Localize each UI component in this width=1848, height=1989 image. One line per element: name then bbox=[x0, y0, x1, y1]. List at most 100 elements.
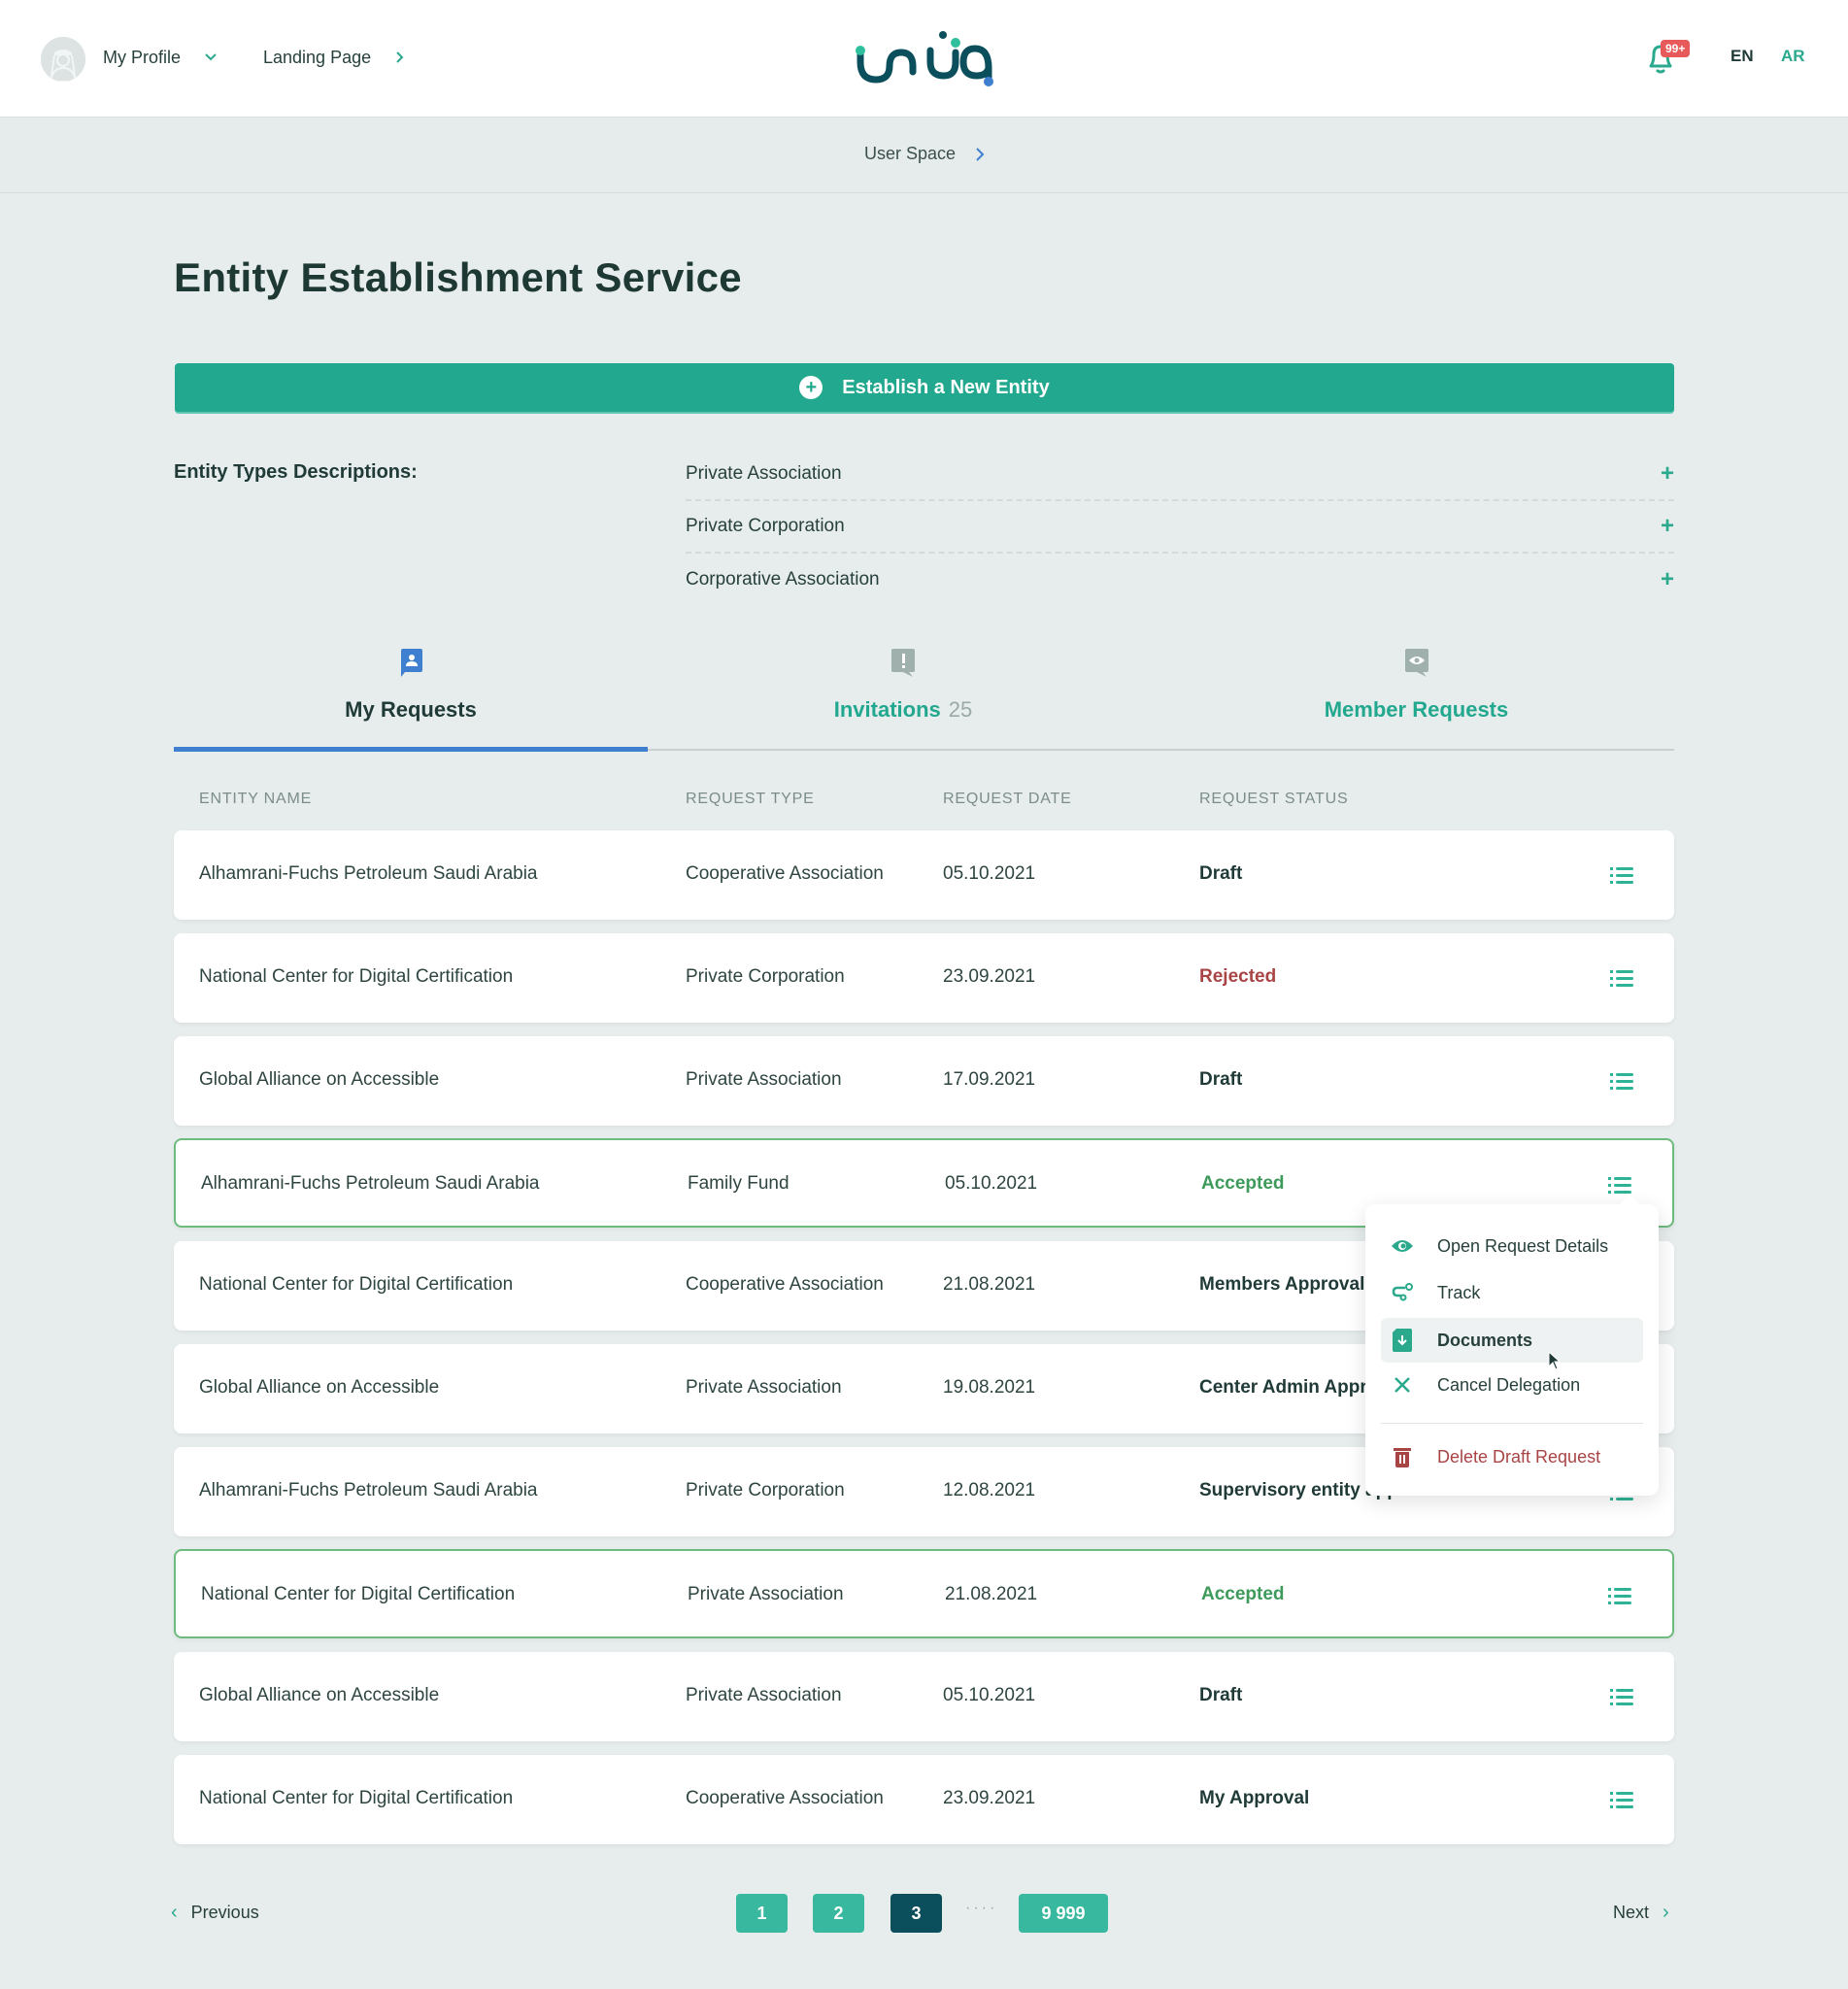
menu-item-cancel-delegation[interactable]: Cancel Delegation bbox=[1381, 1363, 1643, 1407]
request-date-cell: 23.09.2021 bbox=[943, 966, 1036, 987]
table-row[interactable]: National Center for Digital Certificatio… bbox=[174, 933, 1674, 1023]
plus-icon[interactable]: + bbox=[1661, 513, 1674, 540]
menu-item-label: Delete Draft Request bbox=[1437, 1446, 1601, 1466]
entity-name-cell: National Center for Digital Certificatio… bbox=[199, 1274, 514, 1295]
user-chat-icon bbox=[401, 649, 422, 677]
plus-icon[interactable]: + bbox=[1661, 460, 1674, 488]
page-button-3[interactable]: 3 bbox=[890, 1894, 942, 1933]
next-label: Next bbox=[1613, 1903, 1650, 1922]
request-date-cell: 21.08.2021 bbox=[943, 1274, 1036, 1295]
notification-badge: 99+ bbox=[1661, 40, 1691, 57]
request-tabs: My Requests Invitations 25 Member Request… bbox=[174, 641, 1674, 752]
entity-name-cell: Global Alliance on Accessible bbox=[199, 1377, 440, 1398]
my-profile-menu[interactable]: My Profile bbox=[103, 48, 181, 68]
menu-item-delete-draft-request[interactable]: Delete Draft Request bbox=[1381, 1434, 1643, 1479]
entity-name-cell: Alhamrani-Fuchs Petroleum Saudi Arabia bbox=[201, 1173, 540, 1194]
accordion-item-private-corporation[interactable]: Private Corporation + bbox=[686, 501, 1674, 554]
plus-icon[interactable]: + bbox=[1661, 566, 1674, 593]
table-row[interactable]: Global Alliance on Accessible Private Ass… bbox=[174, 1652, 1674, 1741]
tab-member-requests[interactable]: Member Requests bbox=[1159, 641, 1674, 751]
tab-invitations[interactable]: Invitations 25 bbox=[648, 641, 1159, 751]
establish-new-entity-button[interactable]: + Establish a New Entity bbox=[175, 363, 1674, 414]
request-status-cell: Accepted bbox=[1201, 1173, 1285, 1194]
avatar[interactable] bbox=[41, 37, 85, 82]
request-type-cell: Private Association bbox=[688, 1584, 844, 1604]
tab-label: Invitations 25 bbox=[834, 697, 973, 723]
alert-chat-icon bbox=[891, 649, 915, 677]
menu-item-track[interactable]: Track bbox=[1381, 1270, 1643, 1315]
entity-types-accordion: Private Association + Private Corporatio… bbox=[686, 449, 1674, 606]
language-en-button[interactable]: EN bbox=[1730, 47, 1754, 66]
page-button-2[interactable]: 2 bbox=[813, 1894, 864, 1933]
accordion-item-corporative-association[interactable]: Corporative Association + bbox=[686, 554, 1674, 606]
row-actions-menu: Open Request Details Track Documents Can… bbox=[1365, 1195, 1659, 1496]
accordion-item-label: Private Association bbox=[686, 463, 842, 484]
entity-name-cell: National Center for Digital Certificatio… bbox=[199, 1788, 514, 1808]
menu-item-documents[interactable]: Documents bbox=[1381, 1318, 1643, 1363]
accordion-item-private-association[interactable]: Private Association + bbox=[686, 449, 1674, 501]
entity-name-cell: Global Alliance on Accessible bbox=[199, 1069, 440, 1090]
request-status-cell: Rejected bbox=[1199, 966, 1277, 987]
request-status-cell: Draft bbox=[1199, 1069, 1243, 1090]
eye-icon bbox=[1391, 1234, 1414, 1258]
unuq-logo[interactable] bbox=[855, 29, 995, 87]
page-button-last[interactable]: 9 999 bbox=[1019, 1894, 1108, 1933]
page-button-1[interactable]: 1 bbox=[736, 1894, 788, 1933]
eye-chat-icon bbox=[1404, 649, 1428, 677]
column-header-request-status: REQUEST STATUS bbox=[1199, 791, 1349, 807]
breadcrumb-user-space[interactable]: User Space bbox=[864, 144, 956, 164]
chevron-right-icon: › bbox=[1663, 1902, 1669, 1923]
tab-label-text: Invitations bbox=[833, 697, 941, 722]
row-menu-list-icon[interactable] bbox=[1610, 968, 1633, 988]
row-menu-list-icon[interactable] bbox=[1610, 1687, 1633, 1706]
tab-label: Member Requests bbox=[1324, 697, 1509, 722]
accordion-item-label: Corporative Association bbox=[686, 569, 880, 590]
row-menu-list-icon[interactable] bbox=[1608, 1175, 1631, 1195]
landing-page-link[interactable]: Landing Page bbox=[263, 48, 371, 68]
request-type-cell: Private Corporation bbox=[686, 1480, 845, 1500]
next-page-button[interactable]: Next › bbox=[1613, 1902, 1669, 1924]
row-menu-list-icon[interactable] bbox=[1610, 1790, 1633, 1809]
table-row[interactable]: National Center for Digital Certificatio… bbox=[174, 1549, 1674, 1638]
request-date-cell: 05.10.2021 bbox=[945, 1173, 1038, 1194]
request-type-cell: Cooperative Association bbox=[686, 863, 884, 884]
request-status-cell: My Approval bbox=[1199, 1788, 1310, 1808]
request-date-cell: 21.08.2021 bbox=[945, 1584, 1038, 1604]
active-tab-indicator bbox=[174, 747, 648, 752]
request-status-cell: Draft bbox=[1199, 863, 1243, 884]
document-download-icon bbox=[1391, 1329, 1414, 1352]
request-date-cell: 05.10.2021 bbox=[943, 863, 1036, 884]
table-row[interactable]: Global Alliance on Accessible Private Ass… bbox=[174, 1036, 1674, 1126]
previous-page-button[interactable]: ‹ Previous bbox=[171, 1902, 259, 1924]
chevron-down-icon[interactable] bbox=[204, 52, 218, 62]
row-menu-list-icon[interactable] bbox=[1610, 1071, 1633, 1091]
user-avatar-icon bbox=[41, 37, 85, 82]
table-row[interactable]: Alhamrani-Fuchs Petroleum Saudi Arabia Co… bbox=[174, 830, 1674, 920]
previous-label: Previous bbox=[190, 1903, 259, 1922]
request-type-cell: Private Association bbox=[686, 1377, 842, 1398]
entity-name-cell: Alhamrani-Fuchs Petroleum Saudi Arabia bbox=[199, 1480, 538, 1500]
accordion-item-label: Private Corporation bbox=[686, 516, 845, 536]
chevron-left-icon: ‹ bbox=[171, 1902, 178, 1923]
request-date-cell: 19.08.2021 bbox=[943, 1377, 1036, 1398]
top-navbar: My Profile Landing Page 99+ EN AR bbox=[0, 0, 1848, 117]
trash-icon bbox=[1391, 1445, 1414, 1468]
route-icon bbox=[1391, 1281, 1414, 1304]
request-status-cell: Accepted bbox=[1201, 1584, 1285, 1604]
row-menu-list-icon[interactable] bbox=[1608, 1586, 1631, 1605]
menu-item-open-request-details[interactable]: Open Request Details bbox=[1381, 1224, 1643, 1268]
language-ar-button[interactable]: AR bbox=[1781, 47, 1805, 66]
row-menu-list-icon[interactable] bbox=[1610, 865, 1633, 885]
entity-name-cell: Alhamrani-Fuchs Petroleum Saudi Arabia bbox=[199, 863, 538, 884]
request-date-cell: 17.09.2021 bbox=[943, 1069, 1036, 1090]
establish-new-entity-label: Establish a New Entity bbox=[842, 376, 1050, 398]
pagination-ellipsis: ···· bbox=[965, 1900, 998, 1916]
menu-divider bbox=[1381, 1423, 1643, 1424]
request-date-cell: 05.10.2021 bbox=[943, 1685, 1036, 1705]
request-type-cell: Cooperative Association bbox=[686, 1788, 884, 1808]
menu-item-label: Track bbox=[1437, 1282, 1481, 1302]
table-row[interactable]: National Center for Digital Certificatio… bbox=[174, 1755, 1674, 1844]
tab-my-requests[interactable]: My Requests bbox=[174, 641, 648, 751]
request-status-cell: Members Approval bbox=[1199, 1274, 1365, 1295]
request-type-cell: Private Association bbox=[686, 1685, 842, 1705]
